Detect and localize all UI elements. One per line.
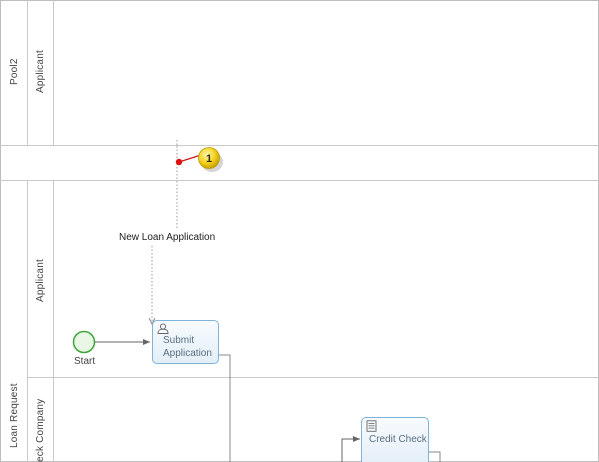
marker-dot[interactable] [175, 158, 183, 166]
start-event[interactable] [72, 330, 96, 354]
sequence-flow-submit-out[interactable] [219, 354, 231, 462]
submit-application-task[interactable]: Submit Application [152, 320, 219, 364]
marker-connector [178, 154, 202, 163]
sequence-flow-into-credit[interactable] [341, 436, 360, 462]
message-flow-label[interactable]: New Loan Application [119, 232, 215, 243]
sequence-flow-credit-out[interactable] [429, 451, 441, 462]
script-task-icon [366, 420, 377, 435]
credit-check-task[interactable]: Credit Check [361, 417, 429, 462]
task-label-line2: Application [163, 348, 212, 359]
credit-check-label: Credit Check [369, 434, 427, 445]
diagram-canvas: Pool2 Applicant Applicant Loan Request e… [0, 0, 599, 462]
start-event-label: Start [74, 356, 96, 367]
marker-number: 1 [206, 153, 212, 165]
task-label-line1: Submit [163, 335, 195, 346]
connector-layer: 1 [72, 140, 441, 462]
